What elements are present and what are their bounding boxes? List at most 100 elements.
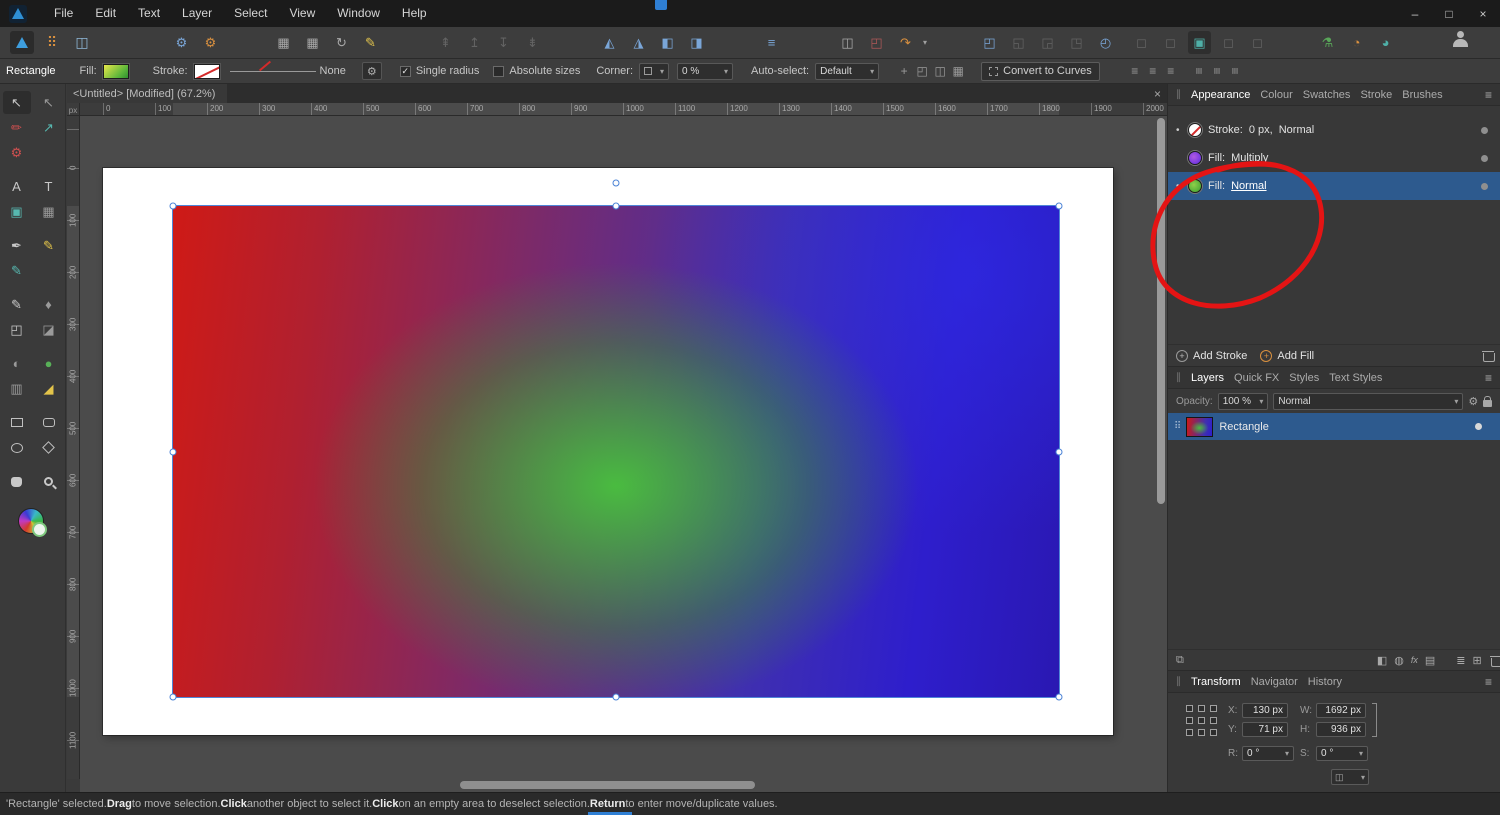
blend-mode-dropdown[interactable]: Normal▾ (1273, 393, 1463, 410)
studio-3-icon[interactable]: ◕ (1374, 31, 1397, 54)
minimize-button[interactable]: – (1398, 0, 1432, 27)
layer-row-rectangle[interactable]: ⠿ Rectangle (1168, 413, 1500, 440)
paint-brush-tool[interactable]: ✎ (3, 293, 31, 316)
table-tool[interactable]: ▦ (35, 200, 63, 223)
rounded-rectangle-tool[interactable] (35, 411, 63, 434)
panel-menu-icon[interactable]: ≡ (1485, 675, 1492, 689)
rectangle-tool[interactable] (3, 411, 31, 434)
zoom-tool[interactable] (35, 470, 63, 493)
tab-transform[interactable]: Transform (1191, 676, 1241, 688)
pencil-edit-icon[interactable]: ✎ (359, 31, 382, 54)
menu-layer[interactable]: Layer (171, 0, 223, 27)
stroke-width-slider[interactable] (230, 64, 316, 78)
place-image-tool[interactable]: ▣ (3, 200, 31, 223)
menu-window[interactable]: Window (326, 0, 391, 27)
view-mode-1-icon[interactable]: ◻ (1130, 31, 1153, 54)
assets-gear-icon[interactable]: ⚙ (199, 31, 222, 54)
adjustment-layer-icon[interactable]: ◍ (1394, 654, 1404, 667)
fill-multiply-swatch-icon[interactable] (1188, 151, 1202, 165)
corner-percent-dropdown[interactable]: 0 %▾ (677, 63, 733, 80)
preferences-gear-icon[interactable]: ⚙ (170, 31, 193, 54)
vertical-scrollbar-thumb[interactable] (1157, 118, 1165, 504)
handle-top-center[interactable] (613, 203, 620, 210)
fill-swatch[interactable] (103, 64, 129, 79)
layer-drag-handle-icon[interactable]: ⠿ (1174, 421, 1180, 432)
view-hand-tool[interactable] (3, 470, 31, 493)
tab-styles[interactable]: Styles (1289, 372, 1319, 384)
eraser-tool[interactable]: ◪ (35, 318, 63, 341)
document-tab[interactable]: <Untitled> [Modified] (67.2%) (67, 84, 227, 103)
insert-inside-icon[interactable]: ◰ (865, 31, 888, 54)
duplicate-layer-icon[interactable]: ⧉ (1176, 654, 1184, 667)
panel-menu-icon[interactable]: ≡ (1485, 88, 1492, 102)
knife-tool[interactable]: ◢ (35, 377, 63, 400)
horizontal-scrollbar-thumb[interactable] (460, 781, 755, 789)
visibility-dot-icon[interactable] (1481, 155, 1488, 162)
panel-grip-icon[interactable]: ∥ (1176, 89, 1181, 100)
ellipse-tool[interactable] (3, 436, 31, 459)
stroke-style-value[interactable]: None (320, 65, 346, 77)
flip-horizontal-icon[interactable]: ◭ (598, 31, 621, 54)
stroke-row-mode[interactable]: Normal (1279, 124, 1314, 136)
move-forward-icon[interactable]: ↥ (463, 31, 486, 54)
tab-history[interactable]: History (1308, 676, 1342, 688)
rotation-handle[interactable] (613, 180, 620, 187)
menu-text[interactable]: Text (127, 0, 171, 27)
add-fill-button[interactable]: Add Fill (1277, 350, 1314, 362)
opacity-dropdown[interactable]: 100 %▾ (1218, 393, 1269, 410)
node-tool[interactable]: ↖ (35, 91, 63, 114)
tab-appearance[interactable]: Appearance (1191, 89, 1250, 101)
snap-option-4-icon[interactable]: ◳ (1065, 31, 1088, 54)
pixel-persona-icon[interactable] (40, 31, 64, 54)
visibility-dot-icon[interactable] (1481, 127, 1488, 134)
arrange-a-icon[interactable]: ◧ (656, 31, 679, 54)
y-input[interactable]: 71 px (1242, 722, 1288, 737)
snap-option-2-icon[interactable]: ◱ (1007, 31, 1030, 54)
snap-option-5-icon[interactable]: ◴ (1094, 31, 1117, 54)
designer-persona-icon[interactable] (10, 31, 34, 54)
transform-origin-icon[interactable]: + (895, 62, 913, 80)
pencil-tool[interactable]: ✎ (35, 234, 63, 257)
add-stroke-plus-icon[interactable]: + (1176, 350, 1188, 362)
maximize-button[interactable]: □ (1432, 0, 1466, 27)
corner-type-dropdown[interactable]: ▾ (639, 63, 669, 80)
insert-behind-icon[interactable]: ◫ (836, 31, 859, 54)
insert-caret-icon[interactable]: ▾ (923, 38, 927, 47)
close-document-icon[interactable]: × (1154, 84, 1161, 103)
move-to-front-icon[interactable]: ⇞ (434, 31, 457, 54)
gradient-rectangle-object[interactable] (173, 206, 1059, 697)
h-input[interactable]: 936 px (1316, 722, 1366, 737)
view-mode-4-icon[interactable]: ◻ (1246, 31, 1269, 54)
account-icon[interactable] (1452, 31, 1468, 47)
point-transform-tool[interactable]: ↗ (35, 116, 63, 139)
grid-icon[interactable]: ▦ (301, 31, 324, 54)
studio-1-icon[interactable]: ⚗ (1316, 31, 1339, 54)
add-stroke-button[interactable]: Add Stroke (1193, 350, 1247, 362)
color-selector[interactable] (18, 508, 48, 538)
tab-navigator[interactable]: Navigator (1251, 676, 1298, 688)
layer-thumbnail[interactable] (1186, 417, 1213, 437)
symbol-tool[interactable]: ♦ (35, 293, 63, 316)
appearance-row-fill-multiply[interactable]: Fill: Multiply (1168, 144, 1500, 172)
list-view-icon[interactable]: ≣ (1456, 654, 1465, 667)
snap-grid-icon[interactable]: ▦ (272, 31, 295, 54)
vector-brush-tool[interactable]: ✎ (3, 259, 31, 282)
move-to-back-icon[interactable]: ⇟ (521, 31, 544, 54)
mask-layer-icon[interactable]: ◧ (1377, 654, 1387, 667)
menu-edit[interactable]: Edit (84, 0, 127, 27)
polygon-tool[interactable] (35, 436, 63, 459)
handle-top-right[interactable] (1056, 203, 1063, 210)
secondary-color-swatch[interactable] (32, 522, 47, 537)
stroke-swatch-icon[interactable] (1188, 123, 1202, 137)
undo-brush-icon[interactable]: ↷ (894, 31, 917, 54)
artistic-text-tool[interactable]: A (3, 175, 31, 198)
view-image-icon[interactable]: ▣ (1188, 31, 1211, 54)
flip-vertical-icon[interactable]: ◮ (627, 31, 650, 54)
group-layers-icon[interactable]: ⊞ (1473, 654, 1482, 667)
menu-view[interactable]: View (278, 0, 326, 27)
vector-crop-tool[interactable]: ◰ (3, 318, 31, 341)
move-backward-icon[interactable]: ↧ (492, 31, 515, 54)
align-right-icon[interactable]: ≡ (1162, 62, 1180, 80)
panel-grip-icon[interactable]: ∥ (1176, 676, 1181, 687)
layer-options-icon[interactable]: ▤ (1425, 654, 1435, 667)
